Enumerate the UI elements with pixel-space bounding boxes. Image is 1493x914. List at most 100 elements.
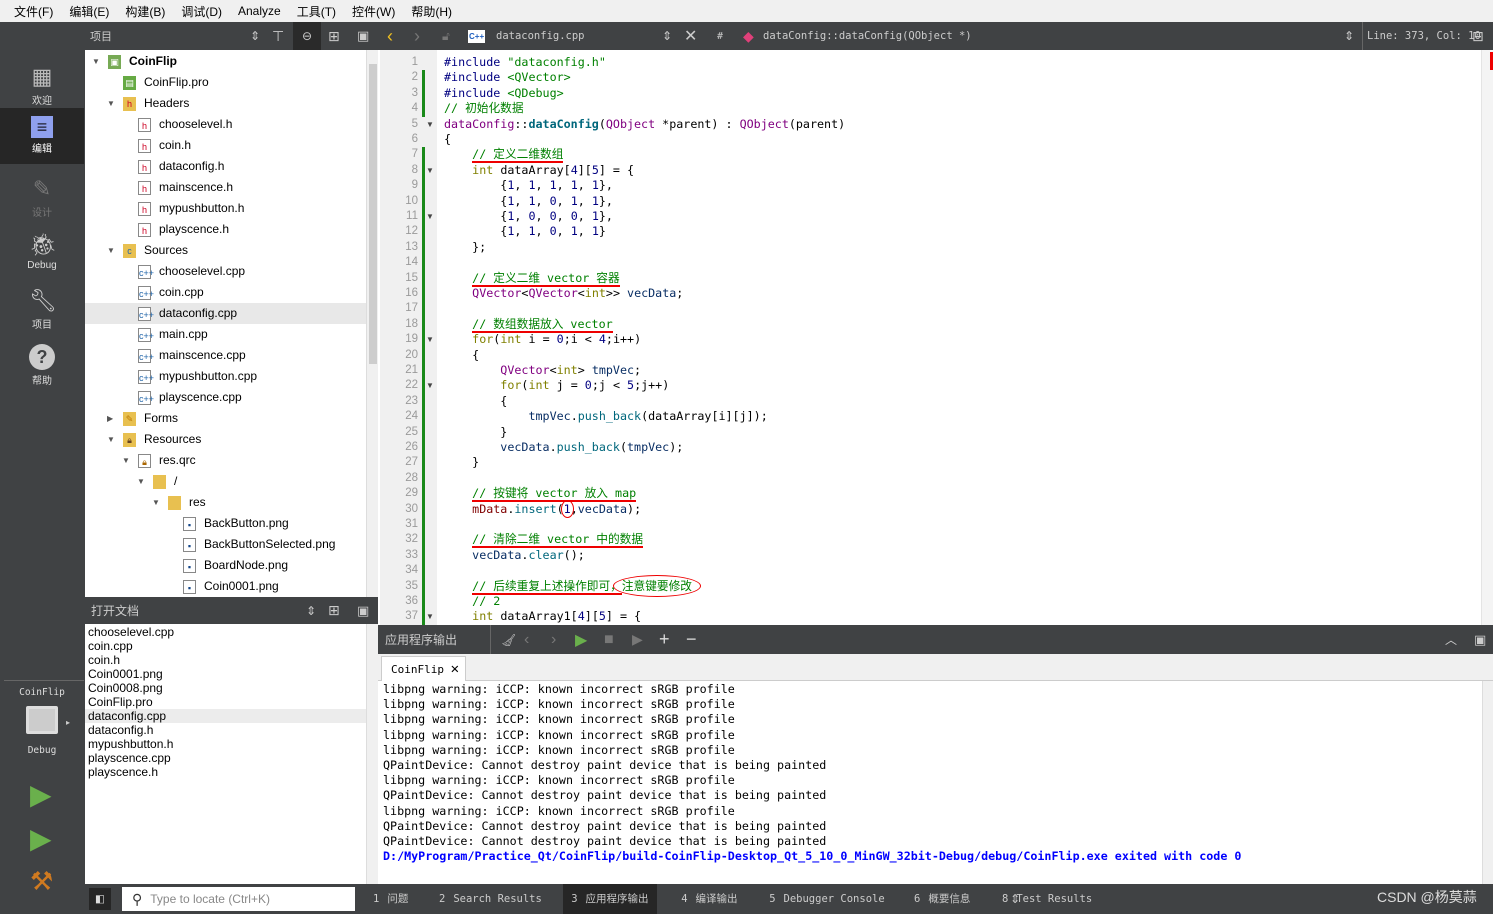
zoom-in-icon[interactable]: + <box>659 625 670 654</box>
menu-debug[interactable]: 调试(D) <box>181 3 222 20</box>
kit-selector-monitor-icon[interactable] <box>26 706 58 734</box>
open-docs-scrollbar[interactable] <box>366 624 378 884</box>
tree-item[interactable]: c++ mainscence.cpp <box>85 345 366 366</box>
expand-arrow-down-icon[interactable]: ▼ <box>92 51 100 72</box>
menu-tools[interactable]: 工具(T) <box>297 3 336 20</box>
toggle-sidebar-icon[interactable]: ◧ <box>89 888 111 910</box>
tree-item[interactable]: ▼ h Headers <box>85 93 366 114</box>
clean-output-icon[interactable]: 🧹︎ <box>490 625 516 654</box>
filter-icon[interactable]: ⊤ <box>272 22 284 50</box>
expand-arrow-down-icon[interactable]: ▼ <box>107 93 115 114</box>
tree-item[interactable]: ▼ res <box>85 492 366 513</box>
close-pane-icon[interactable]: ▣ <box>1474 625 1486 654</box>
mode-welcome[interactable]: ▦ 欢迎 <box>0 56 84 112</box>
tree-item[interactable]: h coin.h <box>85 135 366 156</box>
tree-item[interactable]: ▪ Coin0001.png <box>85 576 366 597</box>
symbol-selector[interactable]: dataConfig::dataConfig(QObject *) <box>763 22 972 50</box>
kit-expand-arrow-icon[interactable]: ▸ <box>66 718 70 727</box>
forward-icon[interactable]: › <box>414 22 420 50</box>
next-icon[interactable]: › <box>551 625 556 654</box>
output-pane-tab[interactable]: 6 概要信息 <box>906 884 978 914</box>
locate-input[interactable]: ⚲ Type to locate (Ctrl+K) <box>122 887 355 911</box>
close-pane-icon[interactable]: ▣ <box>357 597 369 624</box>
close-file-icon[interactable]: ✕ <box>684 22 697 50</box>
selector-arrows-icon[interactable]: ⇕ <box>250 22 260 50</box>
tree-item[interactable]: ▼ 🔒︎ res.qrc <box>85 450 366 471</box>
tree-item[interactable]: ▼ 🔒︎ Resources <box>85 429 366 450</box>
menu-help[interactable]: 帮助(H) <box>411 3 452 20</box>
editor-scrollbar[interactable] <box>1481 50 1493 625</box>
zoom-out-icon[interactable]: − <box>686 625 697 654</box>
fold-arrow-icon[interactable]: ▼ <box>426 166 434 175</box>
tree-item[interactable]: h playscence.h <box>85 219 366 240</box>
tree-item[interactable]: c++ chooselevel.cpp <box>85 261 366 282</box>
tree-item[interactable]: c++ coin.cpp <box>85 282 366 303</box>
menu-widgets[interactable]: 控件(W) <box>352 3 395 20</box>
close-pane-icon[interactable]: ▣ <box>357 22 369 50</box>
close-tab-icon[interactable]: ✕ <box>451 661 459 677</box>
expand-arrow-down-icon[interactable]: ▼ <box>122 450 130 471</box>
open-document-item[interactable]: dataconfig.h <box>85 723 366 737</box>
application-output[interactable]: libpng warning: iCCP: known incorrect sR… <box>378 681 1493 884</box>
tree-item[interactable]: ▼ ▣ CoinFlip <box>85 51 366 72</box>
output-pane-tab[interactable]: 1 问题 <box>365 884 416 914</box>
tree-item[interactable]: h mypushbutton.h <box>85 198 366 219</box>
tree-item[interactable]: ▪ BoardNode.png <box>85 555 366 576</box>
menu-build[interactable]: 构建(B) <box>125 3 165 20</box>
tree-item[interactable]: ▶ ✎ Forms <box>85 408 366 429</box>
mode-edit[interactable]: ≡ 编辑 <box>0 108 84 164</box>
fold-arrow-icon[interactable]: ▼ <box>426 612 434 621</box>
output-pane-tab[interactable]: 3 应用程序输出 <box>563 884 657 914</box>
maximize-pane-icon[interactable]: ︿ <box>1445 625 1457 654</box>
menu-edit[interactable]: 编辑(E) <box>69 3 109 20</box>
file-selector-arrows-icon[interactable]: ⇕ <box>662 22 672 50</box>
open-document-item[interactable]: chooselevel.cpp <box>85 625 366 639</box>
expand-arrow-right-icon[interactable]: ▶ <box>107 408 113 429</box>
tree-item[interactable]: ▼ / <box>85 471 366 492</box>
split-add-icon[interactable]: ⊞ <box>328 22 340 50</box>
expand-arrow-down-icon[interactable]: ▼ <box>152 492 160 513</box>
project-view-selector[interactable]: 项目 <box>90 22 112 50</box>
project-tree-scrollbar[interactable] <box>366 50 378 597</box>
run-icon[interactable]: ▶ <box>30 778 52 811</box>
rerun-icon[interactable]: ▶ <box>575 625 587 654</box>
tree-item[interactable]: h chooselevel.h <box>85 114 366 135</box>
tree-item[interactable]: c++ playscence.cpp <box>85 387 366 408</box>
cursor-position[interactable]: Line: 373, Col: 10 <box>1362 22 1481 50</box>
tree-item[interactable]: ▼ c Sources <box>85 240 366 261</box>
open-file-selector[interactable]: dataconfig.cpp <box>496 22 585 50</box>
open-document-item[interactable]: playscence.h <box>85 765 366 779</box>
split-add-icon[interactable]: ⊞ <box>328 597 340 624</box>
mode-help[interactable]: ? 帮助 <box>0 336 84 392</box>
tree-item[interactable]: c++ mypushbutton.cpp <box>85 366 366 387</box>
output-pane-tab[interactable]: 2 Search Results <box>431 884 550 914</box>
open-document-item[interactable]: coin.h <box>85 653 366 667</box>
open-docs-selector-icon[interactable]: ⇕ <box>306 597 316 624</box>
expand-arrow-down-icon[interactable]: ▼ <box>107 240 115 261</box>
link-sync-icon[interactable]: ⊖ <box>293 22 321 50</box>
debug-run-icon[interactable]: ▶ <box>30 822 52 855</box>
output-scrollbar[interactable] <box>1482 681 1493 884</box>
tree-item[interactable]: c++ dataconfig.cpp <box>85 303 366 324</box>
output-tab-coinflip[interactable]: CoinFlip ✕ <box>381 656 466 682</box>
stop-icon[interactable]: ■ <box>604 625 614 654</box>
menu-analyze[interactable]: Analyze <box>238 4 281 18</box>
output-tabs-selector-icon[interactable]: ⇕ <box>1010 884 1020 914</box>
expand-arrow-down-icon[interactable]: ▼ <box>107 429 115 450</box>
mode-design[interactable]: ✎ 设计 <box>0 168 84 224</box>
fold-arrow-icon[interactable]: ▼ <box>426 335 434 344</box>
expand-arrow-down-icon[interactable]: ▼ <box>137 471 145 492</box>
open-document-item[interactable]: Coin0008.png <box>85 681 366 695</box>
mode-debug[interactable]: 🐞︎ Debug <box>0 224 84 280</box>
fold-arrow-icon[interactable]: ▼ <box>426 212 434 221</box>
open-document-item[interactable]: playscence.cpp <box>85 751 366 765</box>
tree-item[interactable]: ▪ BackButton.png <box>85 513 366 534</box>
symbol-selector-arrows-icon[interactable]: ⇕ <box>1344 22 1354 50</box>
tree-item[interactable]: ▤ CoinFlip.pro <box>85 72 366 93</box>
build-hammer-icon[interactable]: ⚒ <box>30 866 53 897</box>
tree-item[interactable]: c++ main.cpp <box>85 324 366 345</box>
open-document-item[interactable]: coin.cpp <box>85 639 366 653</box>
tree-item[interactable]: h mainscence.h <box>85 177 366 198</box>
output-pane-tab[interactable]: 5 Debugger Console <box>761 884 892 914</box>
tree-item[interactable]: ▪ BackButtonSelected.png <box>85 534 366 555</box>
